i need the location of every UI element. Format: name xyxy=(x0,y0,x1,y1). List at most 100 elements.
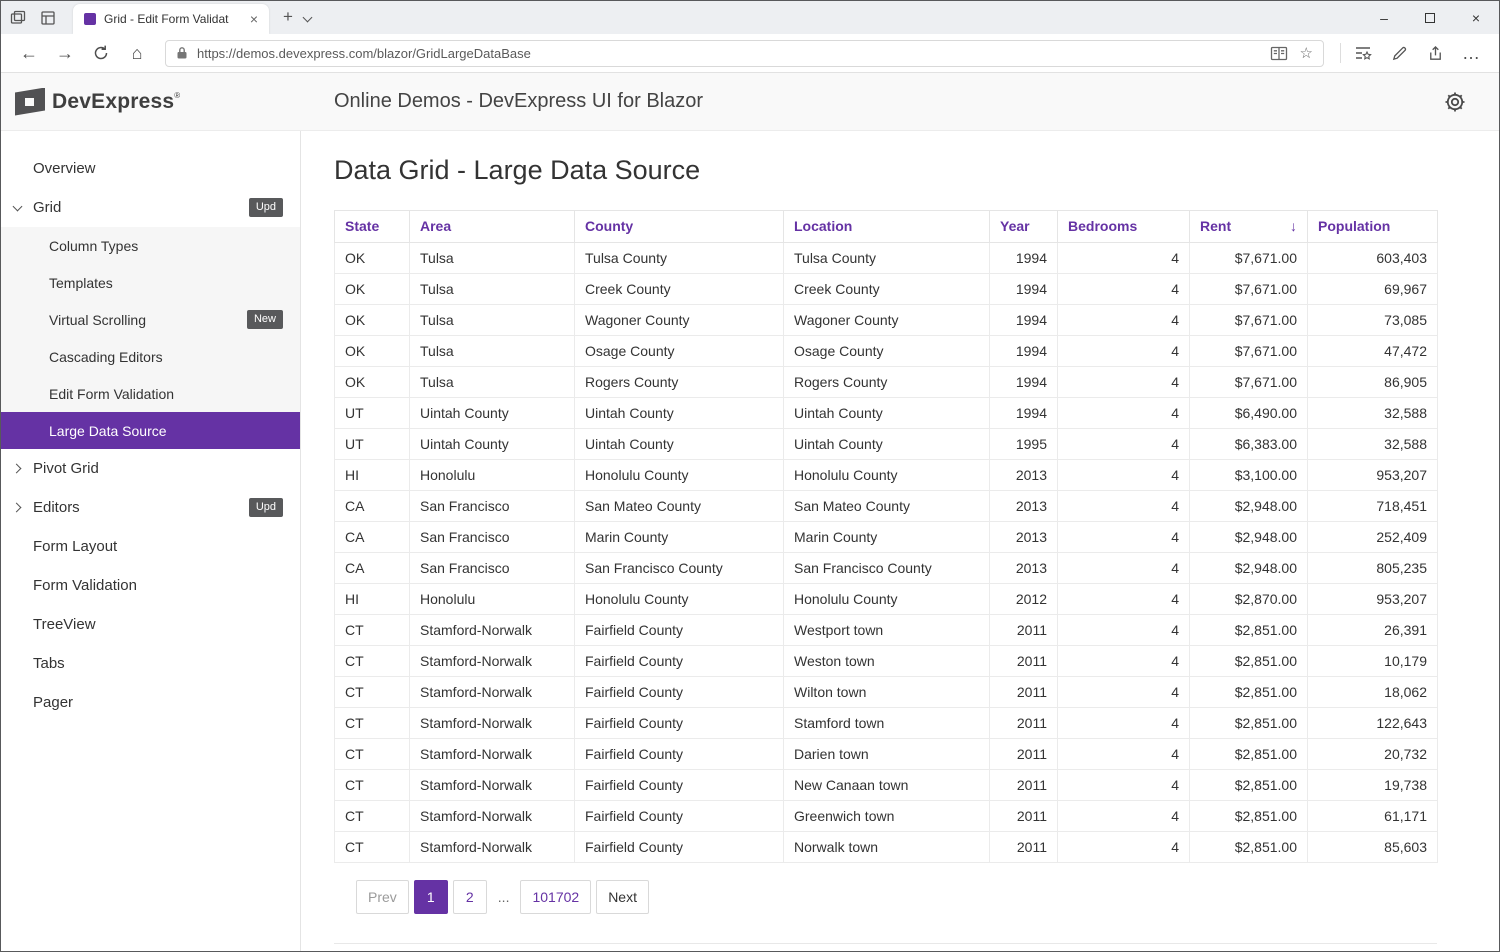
devexpress-logo[interactable]: DevExpress ® xyxy=(15,86,180,118)
sidebar-item-editors[interactable]: EditorsUpd xyxy=(1,488,300,527)
table-cell: Rogers County xyxy=(575,367,784,398)
table-row: OKTulsaWagoner CountyWagoner County19944… xyxy=(335,305,1438,336)
column-header-location[interactable]: Location xyxy=(784,211,990,243)
table-cell: 47,472 xyxy=(1308,336,1438,367)
column-header-state[interactable]: State xyxy=(335,211,410,243)
tab-strip: Grid - Edit Form Validat × + – × xyxy=(1,1,1499,34)
table-cell: Tulsa xyxy=(410,243,575,274)
sidebar-item-label: Virtual Scrolling xyxy=(49,312,146,328)
sidebar-item-large-data-source[interactable]: Large Data Source xyxy=(1,412,300,449)
table-row: CTStamford-NorwalkFairfield CountyNorwal… xyxy=(335,832,1438,863)
table-cell: 4 xyxy=(1058,770,1190,801)
back-button[interactable]: ← xyxy=(11,38,47,68)
favorite-star-icon[interactable]: ☆ xyxy=(1300,44,1313,62)
favorites-hub-icon[interactable] xyxy=(1345,38,1381,68)
column-header-year[interactable]: Year xyxy=(990,211,1058,243)
pager-next[interactable]: Next xyxy=(596,880,649,914)
tab-preview-icon[interactable] xyxy=(5,5,31,31)
table-cell: 1994 xyxy=(990,398,1058,429)
sidebar-item-overview[interactable]: Overview xyxy=(1,149,300,188)
table-cell: CA xyxy=(335,522,410,553)
table-cell: Osage County xyxy=(575,336,784,367)
column-header-bedrooms[interactable]: Bedrooms xyxy=(1058,211,1190,243)
table-cell: $6,490.00 xyxy=(1190,398,1308,429)
table-cell: CT xyxy=(335,615,410,646)
sidebar-item-grid[interactable]: GridUpd xyxy=(1,188,300,227)
table-cell: $3,100.00 xyxy=(1190,460,1308,491)
table-cell: 1994 xyxy=(990,367,1058,398)
sidebar-item-pager[interactable]: Pager xyxy=(1,683,300,722)
table-cell: 4 xyxy=(1058,739,1190,770)
forward-button[interactable]: → xyxy=(47,38,83,68)
new-tab-button[interactable]: + xyxy=(269,7,303,29)
table-cell: 2013 xyxy=(990,491,1058,522)
web-note-pen-icon[interactable] xyxy=(1381,38,1417,68)
table-cell: CT xyxy=(335,708,410,739)
table-cell: 953,207 xyxy=(1308,460,1438,491)
sidebar-item-virtual-scrolling[interactable]: Virtual ScrollingNew xyxy=(1,301,300,338)
sort-desc-icon: ↓ xyxy=(1290,218,1297,235)
sidebar-item-label: Cascading Editors xyxy=(49,349,163,365)
gear-icon[interactable] xyxy=(1443,90,1467,114)
pager-prev[interactable]: Prev xyxy=(356,880,409,914)
sidebar-item-cascading-editors[interactable]: Cascading Editors xyxy=(1,338,300,375)
table-row: CTStamford-NorwalkFairfield CountyStamfo… xyxy=(335,708,1438,739)
minimize-button[interactable]: – xyxy=(1361,1,1407,34)
column-header-rent[interactable]: Rent↓ xyxy=(1190,211,1308,243)
table-cell: 2011 xyxy=(990,677,1058,708)
table-cell: OK xyxy=(335,243,410,274)
table-cell: CA xyxy=(335,491,410,522)
sidebar-item-pivot-grid[interactable]: Pivot Grid xyxy=(1,449,300,488)
set-tabs-aside-icon[interactable] xyxy=(35,5,61,31)
window-controls: – × xyxy=(1361,1,1499,34)
sidebar-item-treeview[interactable]: TreeView xyxy=(1,605,300,644)
sidebar-item-column-types[interactable]: Column Types xyxy=(1,227,300,264)
column-header-area[interactable]: Area xyxy=(410,211,575,243)
table-cell: Stamford-Norwalk xyxy=(410,646,575,677)
table-cell: San Francisco County xyxy=(784,553,990,584)
refresh-button[interactable] xyxy=(83,38,119,68)
address-bar[interactable]: https://demos.devexpress.com/blazor/Grid… xyxy=(165,40,1324,67)
table-cell: OK xyxy=(335,305,410,336)
sidebar-item-templates[interactable]: Templates xyxy=(1,264,300,301)
maximize-button[interactable] xyxy=(1407,1,1453,34)
column-header-population[interactable]: Population xyxy=(1308,211,1438,243)
browser-tab[interactable]: Grid - Edit Form Validat × xyxy=(73,4,269,34)
tab-close-icon[interactable]: × xyxy=(245,11,263,27)
pager-1[interactable]: 1 xyxy=(414,880,448,914)
table-cell: 32,588 xyxy=(1308,398,1438,429)
table-cell: 1994 xyxy=(990,305,1058,336)
sidebar-item-label: Overview xyxy=(33,160,96,177)
chevron-right-icon xyxy=(13,503,23,513)
more-menu-icon[interactable]: … xyxy=(1453,38,1489,68)
table-cell: Weston town xyxy=(784,646,990,677)
sidebar-item-tabs[interactable]: Tabs xyxy=(1,644,300,683)
maximize-icon xyxy=(1425,13,1435,23)
column-header-county[interactable]: County xyxy=(575,211,784,243)
table-cell: Westport town xyxy=(784,615,990,646)
table-cell: Stamford-Norwalk xyxy=(410,770,575,801)
tab-list-chevron-icon[interactable] xyxy=(303,7,331,29)
sidebar-item-form-layout[interactable]: Form Layout xyxy=(1,527,300,566)
table-cell: Fairfield County xyxy=(575,708,784,739)
url-text[interactable]: https://demos.devexpress.com/blazor/Grid… xyxy=(197,46,1258,61)
home-button[interactable]: ⌂ xyxy=(119,38,155,68)
table-cell: $2,870.00 xyxy=(1190,584,1308,615)
sidebar-item-form-validation[interactable]: Form Validation xyxy=(1,566,300,605)
pager-2[interactable]: 2 xyxy=(453,880,487,914)
table-cell: Uintah County xyxy=(410,398,575,429)
table-cell: 1994 xyxy=(990,336,1058,367)
table-row: CASan FranciscoMarin CountyMarin County2… xyxy=(335,522,1438,553)
tab-title: Grid - Edit Form Validat xyxy=(104,12,245,26)
share-icon[interactable] xyxy=(1417,38,1453,68)
table-cell: $2,948.00 xyxy=(1190,522,1308,553)
table-cell: 61,171 xyxy=(1308,801,1438,832)
pager-101702[interactable]: 101702 xyxy=(520,880,591,914)
table-row: OKTulsaOsage CountyOsage County19944$7,6… xyxy=(335,336,1438,367)
table-cell: Stamford-Norwalk xyxy=(410,832,575,863)
reading-view-icon[interactable] xyxy=(1270,46,1288,61)
pager-ellipsis[interactable]: ... xyxy=(492,880,516,914)
table-cell: 4 xyxy=(1058,305,1190,336)
close-button[interactable]: × xyxy=(1453,1,1499,34)
sidebar-item-edit-form-validation[interactable]: Edit Form Validation xyxy=(1,375,300,412)
